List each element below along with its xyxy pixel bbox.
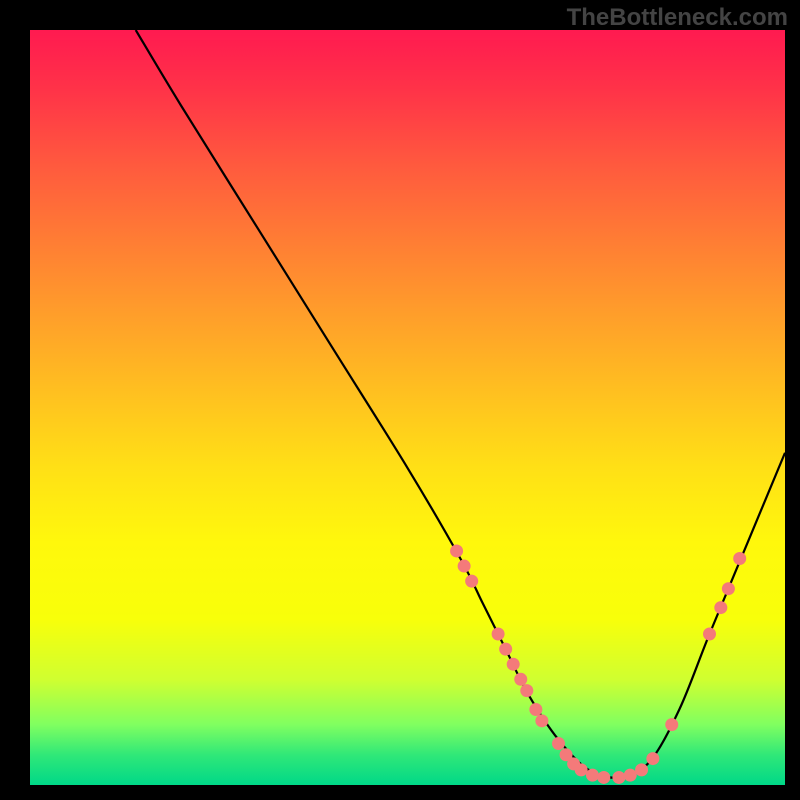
- data-marker: [733, 552, 746, 565]
- data-marker: [450, 544, 463, 557]
- data-marker: [514, 673, 527, 686]
- curve-path: [136, 30, 785, 778]
- data-marker: [529, 703, 542, 716]
- data-marker: [624, 769, 637, 782]
- data-marker: [575, 763, 588, 776]
- data-marker: [714, 601, 727, 614]
- data-marker: [499, 643, 512, 656]
- data-marker: [458, 560, 471, 573]
- data-marker: [646, 752, 659, 765]
- marker-group: [450, 544, 746, 784]
- data-marker: [665, 718, 678, 731]
- data-marker: [492, 628, 505, 641]
- watermark-text: TheBottleneck.com: [567, 4, 788, 32]
- data-marker: [520, 684, 533, 697]
- chart-svg: [30, 30, 785, 785]
- data-marker: [552, 737, 565, 750]
- data-marker: [703, 628, 716, 641]
- data-marker: [635, 763, 648, 776]
- data-marker: [722, 582, 735, 595]
- data-marker: [465, 575, 478, 588]
- plot-area: [30, 30, 785, 785]
- data-marker: [535, 714, 548, 727]
- data-marker: [507, 658, 520, 671]
- data-marker: [612, 771, 625, 784]
- data-marker: [586, 769, 599, 782]
- data-marker: [597, 771, 610, 784]
